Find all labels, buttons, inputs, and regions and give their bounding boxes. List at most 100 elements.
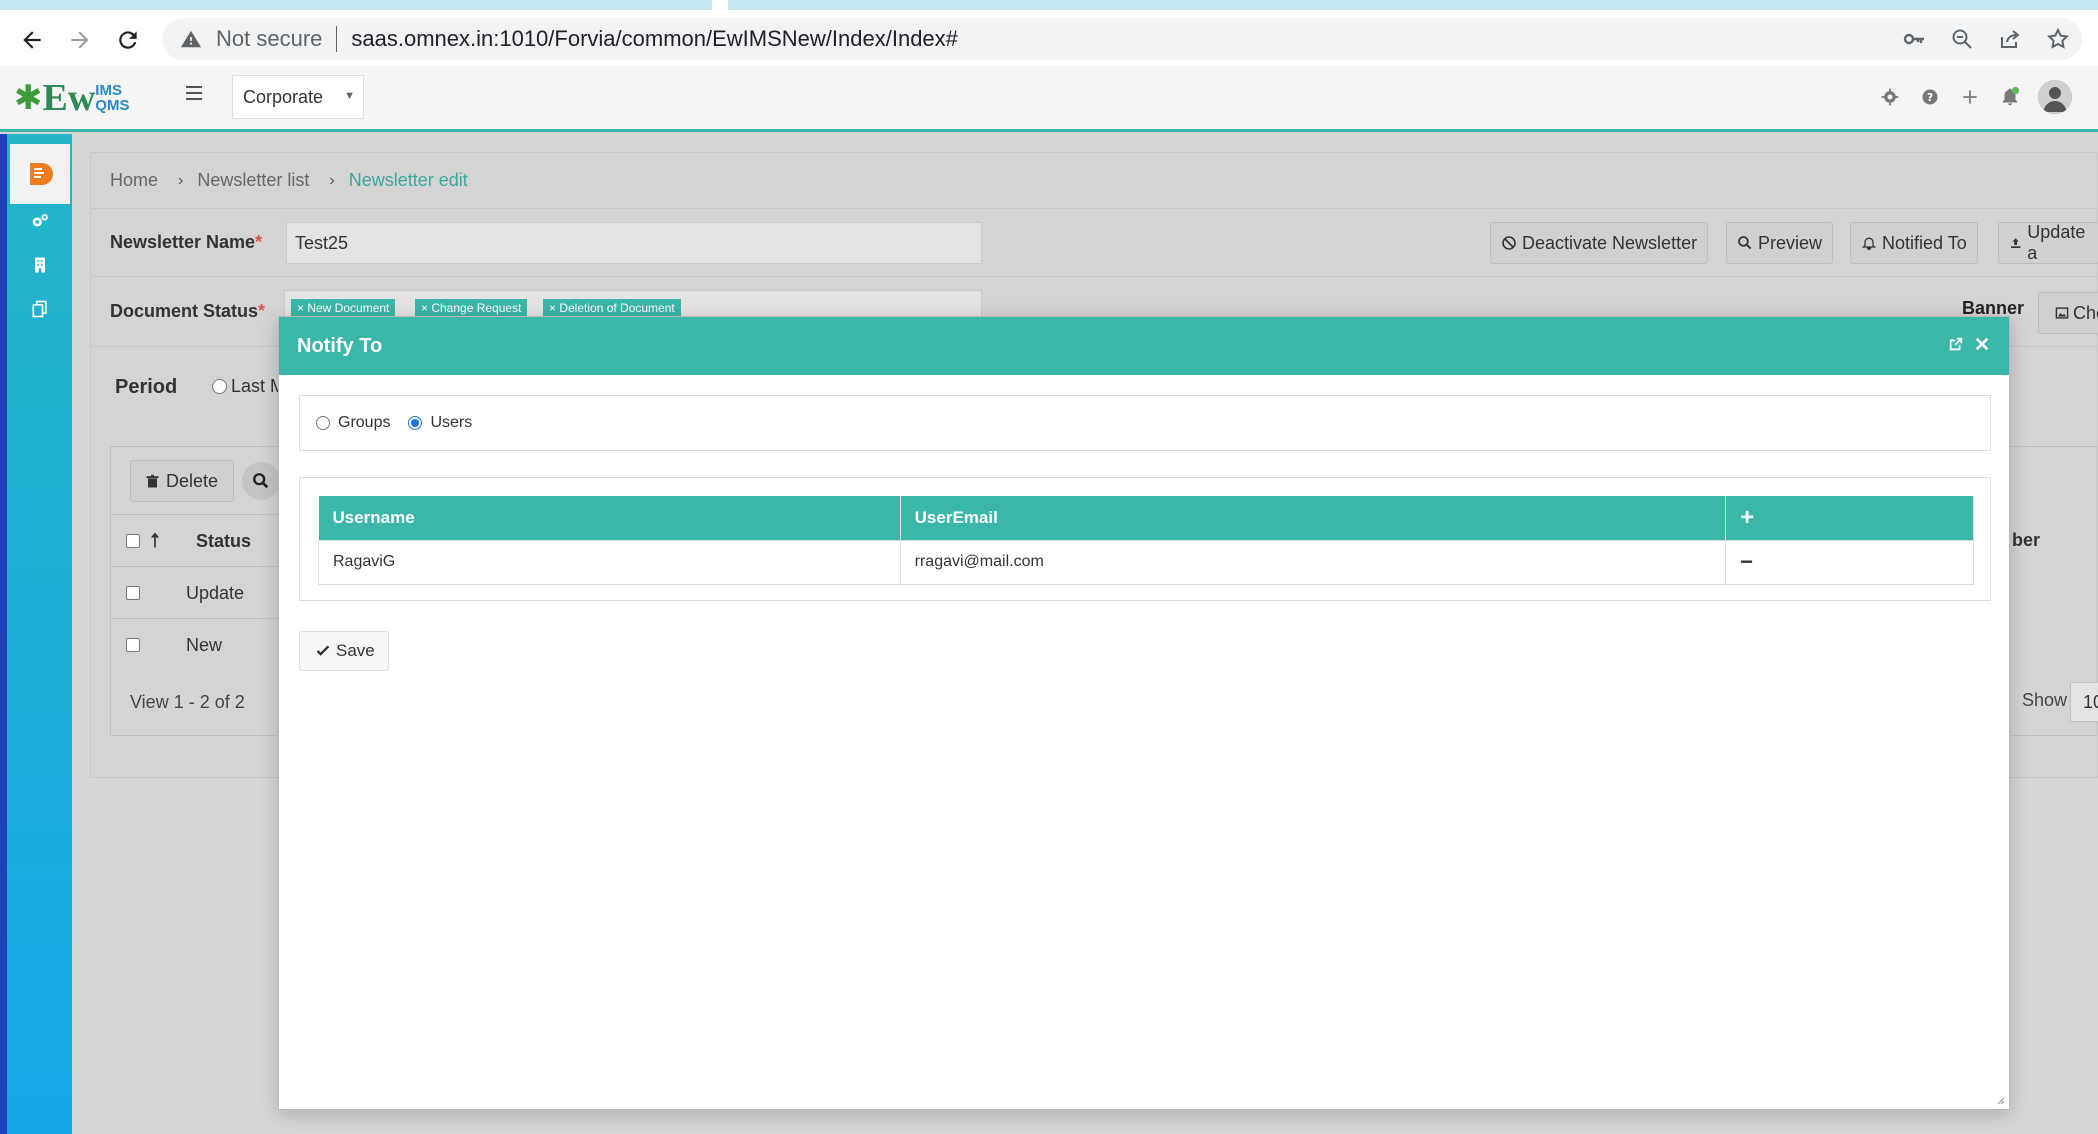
dialog-header: Notify To	[279, 317, 2009, 375]
users-table-panel: Username UserEmail + RagaviG rragavi@mai…	[299, 477, 1991, 601]
divider	[90, 276, 2098, 277]
users-table: Username UserEmail + RagaviG rragavi@mai…	[318, 496, 1974, 585]
table-row: RagaviG rragavi@mail.com −	[318, 539, 1974, 585]
url-divider	[336, 26, 338, 52]
select-all-checkbox[interactable]	[126, 534, 140, 548]
save-button[interactable]: Save	[299, 631, 389, 671]
delete-label: Delete	[166, 470, 219, 491]
status-tag[interactable]: × Deletion of Document	[543, 299, 681, 316]
breadcrumb-newsletter-list[interactable]: Newsletter list	[197, 170, 309, 191]
address-bar[interactable]: Not secure saas.omnex.in:1010/Forvia/com…	[162, 18, 2082, 60]
ban-icon	[1502, 236, 1516, 250]
document-status-multiselect[interactable]: × New Document × Change Request × Deleti…	[284, 290, 982, 316]
add-row-icon[interactable]: +	[1725, 496, 1974, 540]
search-icon	[1738, 236, 1752, 250]
username-cell[interactable]: RagaviG	[318, 539, 901, 585]
forward-icon[interactable]	[62, 22, 98, 58]
check-icon	[316, 645, 330, 656]
useremail-cell[interactable]: rragavi@mail.com	[899, 539, 1727, 585]
browser-toolbar: Not secure saas.omnex.in:1010/Forvia/com…	[0, 0, 2098, 66]
notified-to-button[interactable]: Notified To	[1850, 222, 1978, 264]
remove-row-icon[interactable]: −	[1725, 539, 1974, 585]
sidebar-item-settings[interactable]	[22, 204, 58, 238]
choose-banner-button[interactable]: Cho	[2038, 292, 2098, 334]
users-radio[interactable]	[408, 416, 423, 430]
share-icon[interactable]	[1986, 18, 2034, 60]
corporate-select[interactable]: Corporate ▼	[232, 75, 364, 119]
svg-text:?: ?	[1927, 91, 1933, 104]
key-icon[interactable]	[1890, 18, 1938, 60]
url-text[interactable]: saas.omnex.in:1010/Forvia/common/EwIMSNe…	[351, 26, 958, 52]
sort-arrow-icon[interactable]	[150, 531, 160, 549]
choose-banner-label: Cho	[2073, 302, 2098, 323]
username-column-header: Username	[318, 496, 901, 540]
row-checkbox[interactable]	[126, 638, 140, 652]
groups-radio-label[interactable]: Groups	[338, 414, 390, 432]
app-header: ✱ Ew IMS QMS Corporate ▼ ?	[0, 66, 2098, 132]
caret-down-icon: ▼	[344, 90, 355, 102]
breadcrumb-home[interactable]: Home	[110, 170, 158, 191]
newsletter-icon	[30, 163, 53, 185]
update-label: Update a	[2027, 222, 2086, 263]
table-row: Update	[112, 566, 292, 618]
help-icon[interactable]: ?	[1918, 85, 1942, 109]
logo-text: Ew	[42, 77, 96, 119]
bookmark-star-icon[interactable]	[2034, 18, 2082, 60]
settings-gear-icon[interactable]	[1878, 85, 1902, 109]
status-tag[interactable]: × Change Request	[415, 299, 528, 316]
app-logo[interactable]: ✱ Ew IMS QMS	[14, 76, 129, 120]
status-cell: Update	[186, 583, 245, 603]
corporate-select-value: Corporate	[243, 86, 324, 107]
required-mark: *	[255, 232, 263, 252]
browser-tab-strip-secondary[interactable]	[728, 0, 2098, 10]
newsletter-name-input[interactable]: Test25	[286, 222, 982, 264]
cogs-icon	[32, 214, 48, 227]
period-label: Period	[115, 376, 178, 398]
deactivate-newsletter-button[interactable]: Deactivate Newsletter	[1490, 222, 1709, 264]
browser-tab-strip[interactable]	[0, 0, 712, 10]
pager-info: View 1 - 2 of 2	[130, 692, 245, 712]
left-sidebar	[0, 134, 72, 1134]
users-radio-label[interactable]: Users	[430, 414, 472, 432]
warning-icon	[180, 30, 202, 48]
preview-button[interactable]: Preview	[1726, 222, 1834, 264]
required-mark: *	[258, 301, 266, 321]
notification-bell-icon[interactable]	[1998, 85, 2022, 109]
status-tag[interactable]: × New Document	[291, 299, 396, 316]
sidebar-item-documents[interactable]	[22, 292, 58, 326]
preview-label: Preview	[1758, 232, 1823, 253]
number-column-header[interactable]: ber	[2012, 530, 2040, 551]
notify-to-dialog: Notify To Groups Users Username UserEmai…	[278, 316, 2010, 1110]
status-column-header[interactable]: Status	[196, 531, 251, 552]
back-icon[interactable]	[14, 22, 50, 58]
save-label: Save	[336, 641, 375, 660]
add-icon[interactable]	[1958, 85, 1982, 109]
grid-search-button[interactable]	[242, 462, 280, 500]
image-icon	[2055, 307, 2069, 319]
notified-to-label: Notified To	[1882, 232, 1967, 253]
page-size-select[interactable]: 10	[2070, 682, 2098, 722]
zoom-out-icon[interactable]	[1938, 18, 1986, 60]
resize-grip-icon[interactable]	[1995, 1095, 2005, 1105]
sidebar-item-newsletter[interactable]	[10, 144, 70, 204]
groups-radio[interactable]	[316, 416, 330, 430]
radio-button[interactable]	[212, 379, 227, 394]
upload-icon	[2010, 238, 2021, 248]
table-header-row: Username UserEmail +	[318, 496, 1974, 540]
period-option-last-month[interactable]: Last M	[212, 376, 285, 397]
update-button[interactable]: Update a	[1998, 222, 2098, 264]
sidebar-item-building[interactable]	[22, 248, 58, 282]
divider	[90, 208, 2098, 209]
popout-icon[interactable]	[1947, 335, 1965, 353]
menu-toggle-icon[interactable]	[184, 82, 206, 104]
close-icon[interactable]	[1973, 335, 1991, 353]
reload-icon[interactable]	[110, 22, 146, 58]
user-avatar[interactable]	[2038, 80, 2072, 114]
row-checkbox[interactable]	[126, 586, 140, 600]
recipient-type-selector: Groups Users	[299, 395, 1991, 451]
status-cell: New	[186, 635, 223, 655]
delete-button[interactable]: Delete	[130, 460, 234, 502]
chevron-right-icon: ›	[329, 171, 335, 189]
table-row: New	[112, 618, 292, 670]
building-icon	[35, 257, 45, 273]
